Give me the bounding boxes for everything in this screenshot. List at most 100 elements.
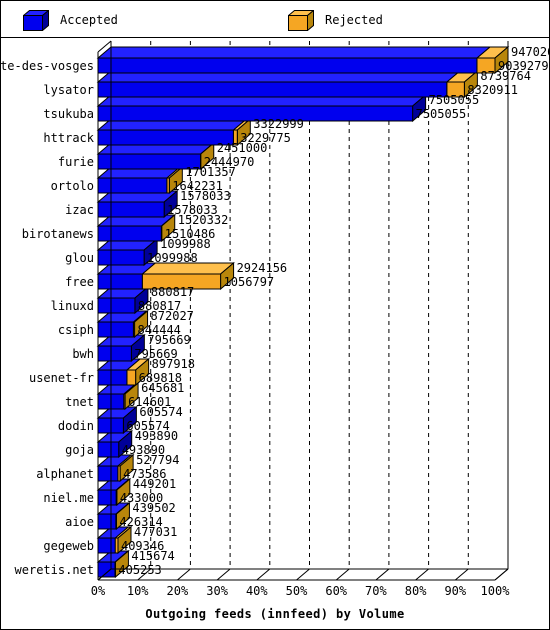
- value-label-accepted: 3229775: [240, 131, 291, 145]
- category-label: furie: [57, 155, 94, 169]
- x-tick-label: 80%: [404, 584, 427, 598]
- category-label: tsukuba: [43, 107, 94, 121]
- x-tick-label: 30%: [206, 584, 228, 598]
- category-label: lysator: [43, 83, 94, 97]
- x-tick-label: 0%: [90, 584, 106, 598]
- legend-item-rejected: Rejected: [288, 9, 383, 31]
- value-label-accepted: 493890: [121, 443, 166, 457]
- category-label: glou: [65, 251, 94, 265]
- bar-front-accepted: [97, 513, 117, 530]
- bar-front-accepted: [97, 345, 132, 362]
- category-label: httrack: [43, 131, 94, 145]
- bar-group: [96, 45, 510, 75]
- x-tick-mark: [494, 568, 509, 581]
- category-axis-labels: weretis.net gegeweb aioe niel.me alphanet goj…: [0, 38, 94, 578]
- value-label-accepted: 795669: [134, 347, 178, 361]
- value-label-accepted: 614601: [128, 395, 172, 409]
- value-label-total: 880817: [150, 285, 195, 299]
- value-label-accepted: 405253: [118, 563, 162, 577]
- value-label-total: 2924156: [236, 261, 288, 275]
- value-label-accepted: 9039279: [498, 59, 549, 73]
- bar-front-accepted: [97, 249, 145, 266]
- x-tick-label: 60%: [325, 584, 348, 598]
- category-label: dodin: [57, 419, 94, 433]
- category-label: usenet-fr: [28, 371, 94, 385]
- value-label-total: 3322999: [253, 117, 304, 131]
- x-tick-label: 70%: [365, 584, 387, 598]
- category-label: bwh: [72, 347, 94, 361]
- cube-icon-rejected: [288, 9, 314, 31]
- category-label: birotanews: [21, 227, 94, 241]
- category-label: ortolo: [50, 179, 94, 193]
- value-label-accepted: 1056797: [223, 275, 275, 289]
- bar-front-accepted: [97, 273, 143, 290]
- value-label-accepted: 880817: [137, 299, 182, 313]
- x-axis-tick-labels: 0% 10% 20% 30% 40% 50% 60% 70% 80% 90% 100%: [1, 585, 549, 605]
- bar-front-accepted: [97, 201, 165, 218]
- bar-group: [96, 189, 179, 219]
- category-label: free: [65, 275, 94, 289]
- bar-front-accepted: [97, 177, 168, 194]
- bar-front-accepted: [97, 297, 136, 314]
- category-label: weretis.net: [14, 563, 94, 577]
- value-label-accepted: 1510486: [164, 227, 216, 241]
- chart-plot-area: weretis.net gegeweb aioe niel.me alphanet goj…: [0, 38, 550, 629]
- bar-front-accepted: [97, 321, 134, 338]
- bar-front-rejected: [126, 369, 137, 386]
- bar-front-accepted: [97, 441, 120, 458]
- cube-icon-accepted: [23, 9, 49, 31]
- value-label-total: 9470265: [511, 45, 550, 59]
- x-tick-mark: [335, 568, 350, 581]
- bar-group: [96, 69, 479, 99]
- category-label: csiph: [57, 323, 94, 337]
- bar-front-accepted: [97, 489, 117, 506]
- x-tick-label: 40%: [245, 584, 268, 598]
- category-label: gegeweb: [43, 539, 94, 553]
- category-label: linuxd: [50, 299, 94, 313]
- x-tick-label: 100%: [480, 584, 510, 598]
- value-label-accepted: 409346: [120, 539, 165, 553]
- bar-front-accepted: [97, 57, 478, 74]
- legend-label-rejected: Rejected: [325, 13, 383, 27]
- category-label: niel.me: [43, 491, 94, 505]
- x-tick-label: 50%: [285, 584, 308, 598]
- x-tick-label: 20%: [166, 584, 189, 598]
- legend-item-accepted: Accepted: [23, 9, 118, 31]
- x-tick-mark: [216, 568, 231, 581]
- category-label: tnet: [65, 395, 94, 409]
- bar-top-accepted: [96, 46, 492, 59]
- value-label-accepted: 433000: [119, 491, 164, 505]
- x-tick-mark: [375, 568, 390, 581]
- x-tick-mark: [256, 568, 271, 581]
- bar-front-accepted: [97, 129, 234, 146]
- value-label-accepted: 7505055: [415, 107, 467, 121]
- category-label: izac: [65, 203, 94, 217]
- x-tick-mark: [296, 568, 310, 581]
- value-label-accepted: 1642231: [172, 179, 223, 193]
- value-label-accepted: 426314: [119, 515, 163, 529]
- value-label-accepted: 473586: [123, 467, 167, 481]
- x-tick-mark: [454, 568, 469, 581]
- x-axis-title: Outgoing feeds (innfeed) by Volume: [145, 607, 405, 621]
- bar-front-accepted: [97, 537, 116, 554]
- value-label-accepted: 844444: [137, 323, 181, 337]
- value-label-accepted: 1578033: [167, 203, 218, 217]
- x-tick-label: 10%: [126, 584, 149, 598]
- bar-front-accepted: [97, 81, 448, 98]
- bar-front-accepted: [97, 369, 128, 386]
- bar-front-accepted: [97, 465, 119, 482]
- category-label: goja: [65, 443, 94, 457]
- bar-front-accepted: [97, 225, 162, 242]
- chart-page: Accepted Rejected weretis.net gegeweb aioe…: [0, 0, 550, 630]
- x-tick-label: 90%: [444, 584, 467, 598]
- value-label-accepted: 1099988: [147, 251, 198, 265]
- x-tick-mark: [415, 568, 429, 581]
- category-label: bete-des-vosges: [0, 59, 94, 73]
- chart-legend: Accepted Rejected: [1, 1, 549, 38]
- value-label-accepted: 605574: [126, 419, 170, 433]
- category-label: aioe: [65, 515, 94, 529]
- x-tick-mark: [177, 568, 191, 581]
- legend-label-accepted: Accepted: [60, 13, 118, 27]
- value-label-accepted: 2444970: [203, 155, 255, 169]
- value-label-accepted: 8320911: [467, 83, 518, 97]
